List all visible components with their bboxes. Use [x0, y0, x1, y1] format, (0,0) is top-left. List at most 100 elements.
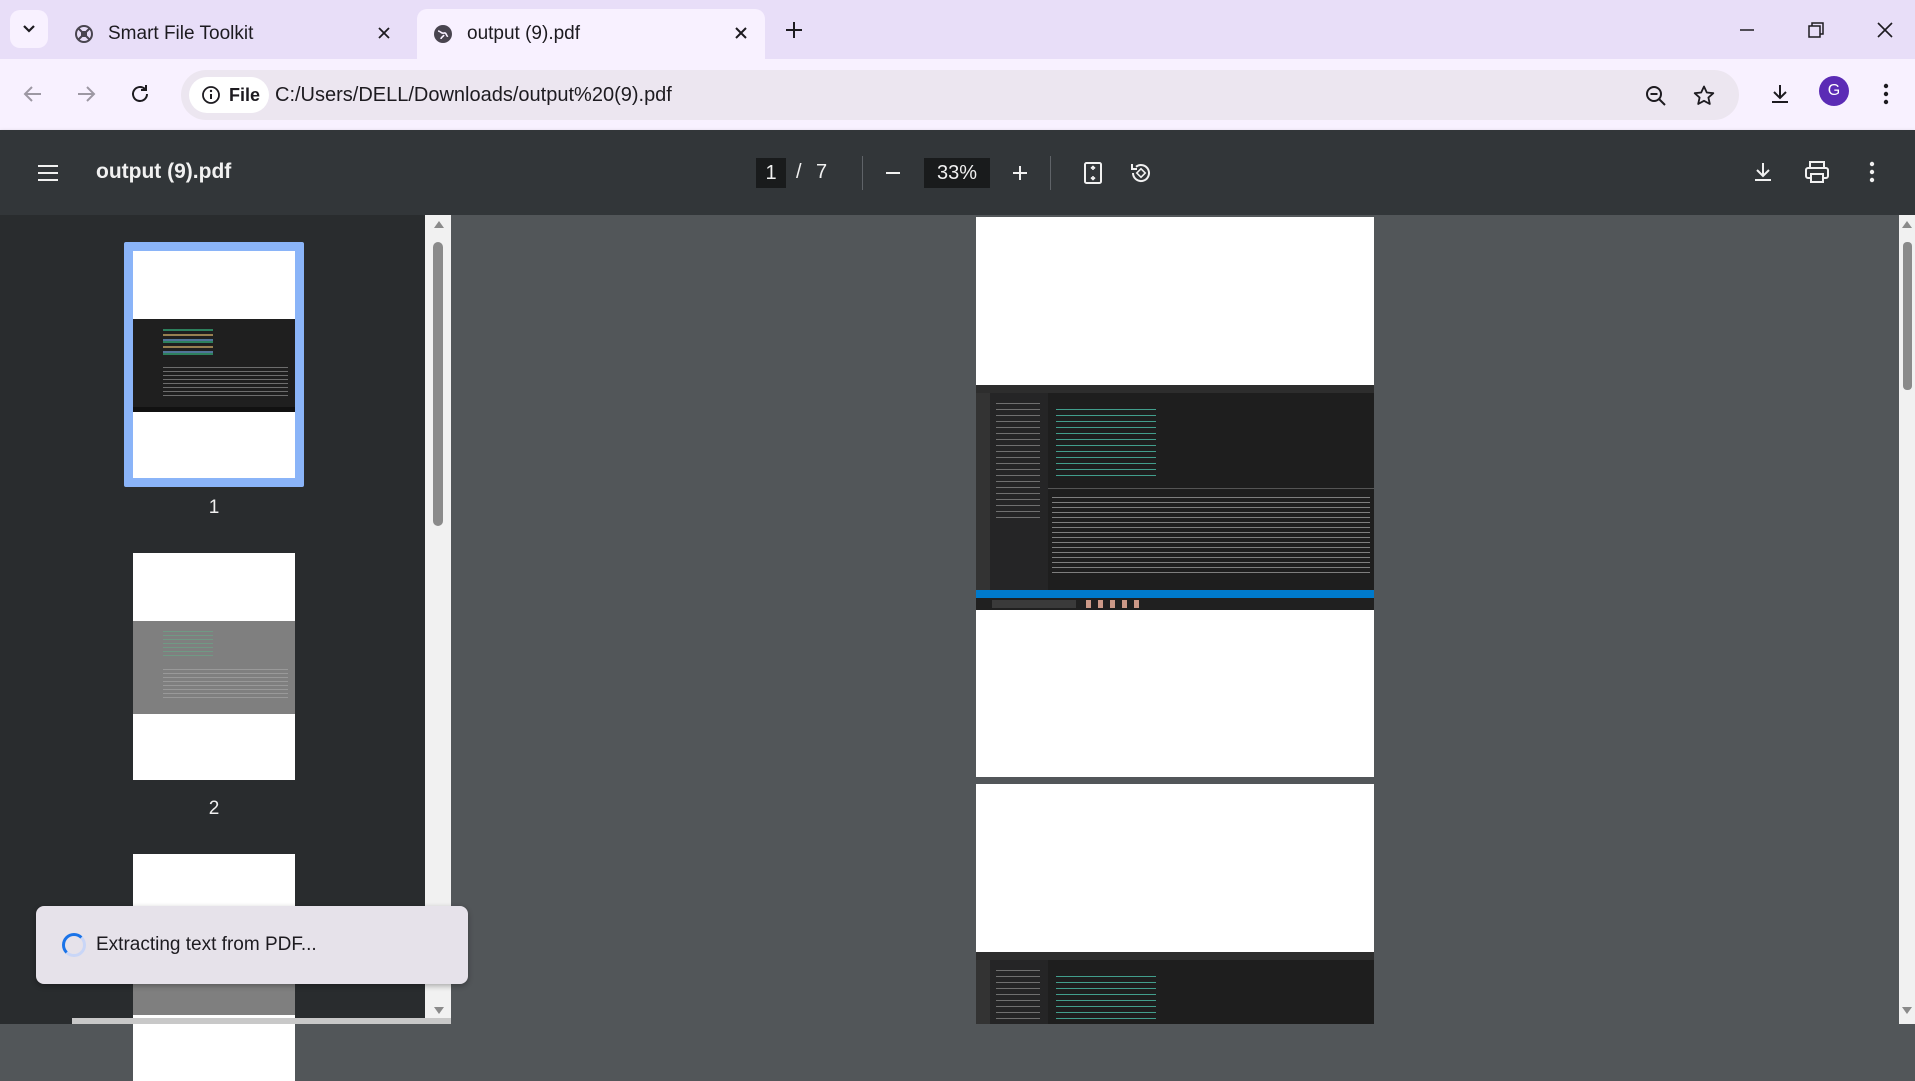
downloads-button[interactable]: [1760, 74, 1800, 114]
tab-strip: Smart File Toolkit output (9).pdf: [0, 0, 1915, 59]
tab-search-button[interactable]: [10, 10, 48, 48]
scroll-up-arrow-icon[interactable]: [1901, 219, 1913, 229]
thumb-taskbar: [133, 407, 295, 412]
screenshot-statusbar: [976, 590, 1374, 598]
thumbnail-number: 1: [208, 497, 220, 518]
toolkit-icon: [75, 25, 93, 43]
fit-to-page-icon: [1084, 162, 1102, 184]
minimize-button[interactable]: [1722, 10, 1772, 50]
tab-title: output (9).pdf: [467, 23, 581, 44]
tab-output-pdf[interactable]: output (9).pdf: [417, 9, 765, 59]
tab-smart-file-toolkit[interactable]: Smart File Toolkit: [58, 9, 408, 59]
page-screenshot-vscode: [976, 385, 1374, 610]
page-separator: /: [796, 161, 802, 183]
back-button[interactable]: [13, 74, 53, 114]
restore-button[interactable]: [1791, 10, 1841, 50]
print-button[interactable]: [1797, 152, 1837, 192]
plus-icon: [786, 22, 802, 38]
new-tab-button[interactable]: [774, 12, 814, 48]
profile-avatar[interactable]: G: [1819, 76, 1849, 106]
viewer-scroll-thumb[interactable]: [1903, 242, 1912, 390]
loading-spinner-icon: [62, 933, 86, 957]
thumbnail-screenshot: [133, 319, 295, 412]
minus-icon: [886, 172, 900, 174]
site-info-chip[interactable]: File: [189, 77, 269, 113]
restore-icon: [1808, 22, 1824, 38]
fit-page-button[interactable]: [1073, 153, 1113, 193]
scroll-up-arrow-icon[interactable]: [433, 219, 445, 229]
thumbnail-sidebar: 1 2: [0, 215, 451, 1081]
page-thumbnail-1[interactable]: [133, 251, 295, 478]
zoom-level-input[interactable]: 33%: [924, 158, 990, 188]
viewer-scrollbar[interactable]: [1899, 215, 1915, 1024]
info-icon: [202, 86, 220, 104]
page-number-input[interactable]: 1: [756, 158, 786, 188]
screenshot-explorer: [990, 960, 1048, 1024]
more-vertical-icon: [1869, 161, 1875, 183]
close-icon: [1877, 22, 1893, 38]
sidebar-toggle-button[interactable]: [28, 153, 68, 193]
screenshot-terminal-output: [1052, 497, 1370, 577]
scroll-down-arrow-icon[interactable]: [1901, 1006, 1913, 1016]
page-total: 7: [816, 161, 828, 183]
thumb-terminal-block: [163, 669, 288, 699]
thumb-code-block: [163, 329, 213, 357]
back-arrow-icon: [23, 86, 41, 102]
thumbnail-screenshot: [133, 621, 295, 714]
page-thumbnail-2[interactable]: [133, 553, 295, 780]
rotate-button[interactable]: [1121, 153, 1161, 193]
minimize-icon: [1740, 29, 1754, 31]
download-icon: [1755, 163, 1771, 181]
close-window-button[interactable]: [1860, 10, 1910, 50]
zoom-out-magnifier-icon: [1646, 86, 1666, 106]
sidebar-horizontal-scrollbar[interactable]: [72, 1018, 504, 1024]
forward-arrow-icon: [78, 86, 96, 102]
screenshot-editor-code: [1056, 409, 1156, 479]
screenshot-titlebar: [976, 385, 1374, 393]
browser-menu-button[interactable]: [1866, 74, 1906, 114]
url-text[interactable]: C:/Users/DELL/Downloads/output%20(9).pdf: [275, 84, 672, 107]
screenshot-titlebar: [976, 952, 1374, 960]
screenshot-editor-code: [1056, 976, 1156, 1024]
screenshot-taskbar: [976, 598, 1374, 610]
thumb-code-block: [163, 631, 213, 659]
globe-icon: [434, 25, 452, 43]
pdf-viewer-area[interactable]: [451, 215, 1899, 1024]
reload-button[interactable]: [120, 74, 160, 114]
explorer-lines: [996, 970, 1040, 1024]
taskbar-apps: [1086, 600, 1146, 608]
pdf-page-1: [976, 217, 1374, 777]
screenshot-explorer: [990, 393, 1048, 598]
forward-button[interactable]: [66, 74, 106, 114]
sidebar-scrollbar[interactable]: [425, 215, 451, 1024]
taskbar-search: [992, 600, 1076, 608]
download-icon: [1772, 85, 1788, 103]
zoom-in-button[interactable]: [1000, 153, 1040, 193]
avatar-initial: G: [1827, 82, 1841, 99]
pdf-toolbar: output (9).pdf 1 / 7 33%: [0, 130, 1915, 215]
pdf-page-2: [976, 784, 1374, 1024]
more-vertical-icon: [1883, 83, 1889, 105]
scroll-down-arrow-icon[interactable]: [433, 1006, 445, 1016]
tab-title: Smart File Toolkit: [108, 23, 254, 44]
reload-icon: [132, 85, 148, 102]
bookmark-button[interactable]: [1691, 83, 1717, 109]
pdf-download-button[interactable]: [1743, 152, 1783, 192]
toolbar-divider: [1050, 156, 1051, 190]
thumb-terminal-block: [163, 367, 288, 397]
page-screenshot-vscode: [976, 952, 1374, 1024]
toolbar-divider: [862, 156, 863, 190]
printer-icon: [1805, 161, 1829, 183]
pdf-more-actions-button[interactable]: [1852, 152, 1892, 192]
browser-toolbar: File C:/Users/DELL/Downloads/output%20(9…: [0, 59, 1915, 130]
zoom-button[interactable]: [1643, 83, 1669, 109]
close-tab-icon[interactable]: [372, 21, 396, 45]
plus-icon: [1013, 166, 1027, 180]
close-tab-icon[interactable]: [729, 21, 753, 45]
sidebar-scroll-thumb[interactable]: [433, 242, 443, 526]
zoom-out-button[interactable]: [873, 153, 913, 193]
address-bar[interactable]: File C:/Users/DELL/Downloads/output%20(9…: [181, 70, 1739, 120]
rotate-counterclockwise-icon: [1131, 164, 1150, 182]
screenshot-activity-bar: [976, 960, 990, 1024]
toast-message: Extracting text from PDF...: [96, 934, 317, 955]
